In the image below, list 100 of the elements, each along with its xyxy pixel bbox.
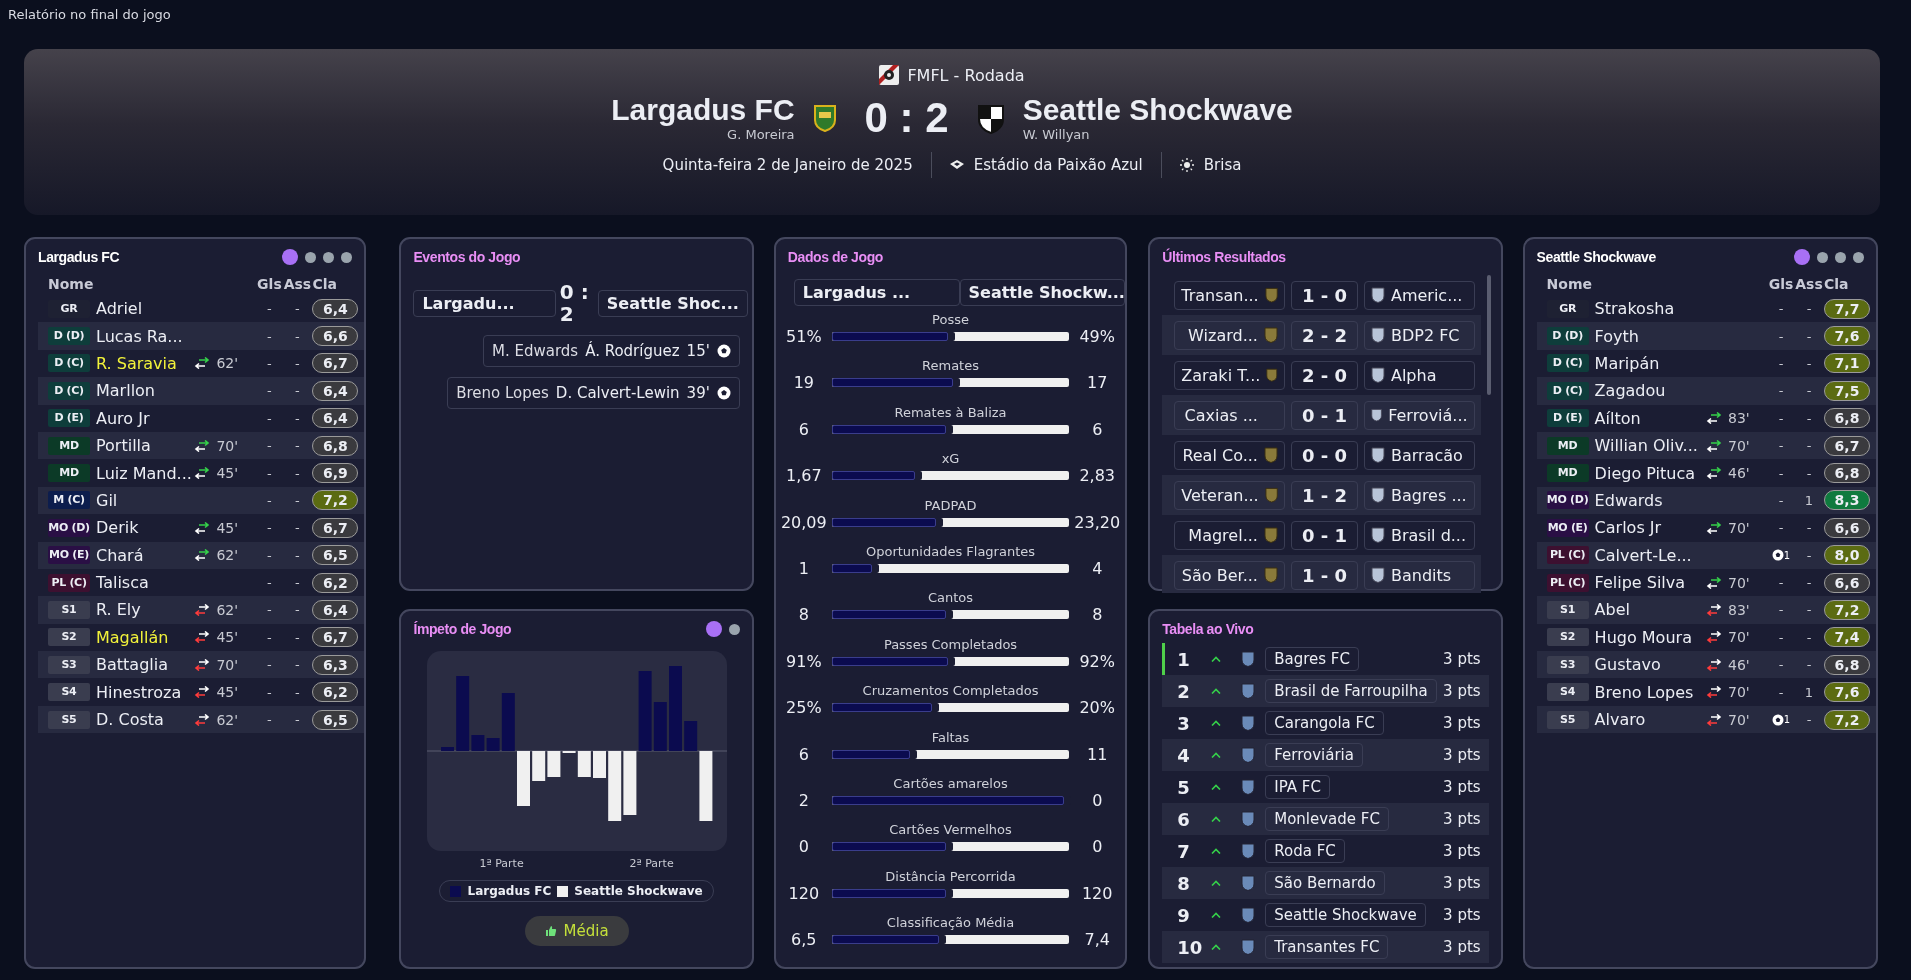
player-name[interactable]: Luiz Mand... (90, 463, 195, 483)
away-team-box[interactable]: Bandits (1363, 560, 1475, 590)
player-name[interactable]: Felipe Silva (1588, 573, 1706, 593)
page-dot[interactable] (341, 251, 353, 263)
panel-title: Seattle Shockwave (1536, 249, 1656, 265)
player-name[interactable]: Carlos Jr (1588, 518, 1706, 538)
table-row[interactable]: 8 São Bernardo 3 pts (1162, 867, 1489, 899)
player-name[interactable]: Marllon (90, 381, 195, 401)
player-name[interactable]: Strakosha (1588, 299, 1706, 319)
player-name[interactable]: Foyth (1588, 326, 1706, 346)
home-team-box[interactable]: São Ber... (1174, 560, 1285, 590)
player-name[interactable]: Maripán (1588, 353, 1706, 373)
player-name[interactable]: Auro Jr (90, 408, 195, 428)
player-name[interactable]: Gil (90, 490, 195, 510)
points: 3 pts (1443, 746, 1482, 764)
home-team-box[interactable]: Caxias ... (1174, 400, 1285, 430)
page-dot[interactable] (305, 251, 317, 263)
table-row[interactable]: 7 Roda FC 3 pts (1162, 835, 1489, 867)
player-name[interactable]: Gustavo (1588, 655, 1706, 675)
stat-label: Remates (922, 358, 979, 374)
column-header: Nome (48, 276, 95, 292)
player-name[interactable]: Chará (90, 545, 195, 565)
substitution-minute: 70' (1728, 519, 1750, 536)
away-team-box[interactable]: Brasil d... (1363, 520, 1475, 550)
weather: Brisa (1203, 156, 1242, 174)
player-name[interactable]: R. Saravia (90, 353, 195, 373)
page-dot[interactable] (1817, 251, 1828, 263)
player-name[interactable]: Edwards (1588, 490, 1706, 510)
player-name[interactable]: Magallán (90, 627, 195, 647)
rating-button[interactable]: Média (524, 916, 629, 946)
goals-value: - (267, 328, 272, 344)
team-name: Seattle Shoc... (606, 293, 739, 313)
competition-name: FMFL - Rodada (907, 65, 1025, 85)
player-name[interactable]: Derik (90, 518, 195, 538)
page-dot[interactable] (323, 251, 335, 263)
team-name: São Ber... (1181, 565, 1258, 585)
stat-label: Posse (932, 312, 969, 327)
home-team-box[interactable]: Zaraki T... (1174, 360, 1285, 390)
player-name[interactable]: Aílton (1588, 408, 1706, 428)
player-name[interactable]: Calvert-Le... (1588, 545, 1706, 565)
player-name[interactable]: Breno Lopes (1588, 682, 1706, 702)
page-dot[interactable] (1853, 251, 1864, 263)
player-name[interactable]: Talisca (90, 573, 195, 593)
home-team-box[interactable]: Transan... (1174, 280, 1285, 310)
player-name[interactable]: Adriel (90, 299, 195, 319)
player-name[interactable]: D. Costa (90, 710, 195, 730)
goals-value: - (1778, 301, 1784, 317)
table-row[interactable]: 3 Carangola FC 3 pts (1162, 707, 1489, 739)
away-team-box[interactable]: Barracão (1363, 440, 1475, 470)
position-badge: S3 (1546, 655, 1589, 674)
player-name[interactable]: Zagadou (1588, 381, 1706, 401)
away-team-box[interactable]: Bagres ... (1363, 480, 1475, 510)
player-name[interactable]: Willian Oliv... (1588, 436, 1706, 456)
substitution-minute: 62' (216, 355, 239, 372)
player-name[interactable]: Alvaro (1588, 710, 1706, 730)
away-team-box[interactable]: Alpha (1363, 360, 1475, 390)
stat-label: Cantos (927, 590, 974, 606)
page-dot[interactable] (705, 621, 722, 637)
player-name[interactable]: Battaglia (90, 655, 195, 675)
player-name[interactable]: Hinestroza (90, 682, 195, 702)
table-row[interactable]: 5 IPA FC 3 pts (1162, 771, 1489, 803)
position-badge: S1 (1546, 601, 1589, 619)
home-team-box[interactable]: Real Co... (1174, 440, 1285, 470)
player-name[interactable]: Hugo Moura (1588, 627, 1706, 647)
away-team-box[interactable]: BDP2 FC (1363, 320, 1475, 350)
table-row[interactable]: 10 Transantes FC 3 pts (1162, 931, 1489, 963)
home-team-box[interactable]: Veteran... (1174, 480, 1285, 510)
away-team-box[interactable]: Americ... (1363, 280, 1475, 310)
goals-value: - (1778, 575, 1784, 591)
page-dot[interactable] (728, 623, 740, 635)
table-row[interactable]: 9 Seattle Shockwave 3 pts (1162, 899, 1489, 931)
shield-icon (812, 103, 837, 132)
home-team-box[interactable]: Wizard... (1174, 320, 1285, 350)
home-value: 6,5 (790, 930, 818, 950)
page-dot[interactable] (282, 249, 299, 265)
player-name[interactable]: Diego Pituca (1588, 463, 1706, 483)
rating-pill: 7,6 (1824, 682, 1870, 703)
rating-pill: 7,7 (1824, 298, 1870, 319)
goal-minute: 39' (686, 384, 710, 402)
half-label: 2ª Parte (629, 857, 674, 870)
goals-value: - (267, 383, 272, 399)
away-team-box[interactable]: Ferroviá... (1363, 400, 1475, 430)
goals-value: - (1778, 629, 1784, 645)
player-name[interactable]: Abel (1588, 600, 1706, 620)
team-name: Transantes FC (1265, 935, 1389, 959)
table-row[interactable]: 2 Brasil de Farroupilha 3 pts (1162, 675, 1489, 707)
goal-minute: 15' (686, 342, 710, 360)
page-dot[interactable] (1835, 251, 1846, 263)
legend-label: Seattle Shockwave (574, 884, 703, 898)
result-score: 1 - 0 (1290, 280, 1358, 310)
rating-pill: 7,5 (1824, 380, 1870, 401)
assists-value: - (294, 547, 301, 563)
page-dot[interactable] (1794, 249, 1810, 265)
table-row[interactable]: 6 Monlevade FC 3 pts (1162, 803, 1489, 835)
player-name[interactable]: Portilla (90, 436, 195, 456)
rating-pill: 6,8 (312, 435, 359, 456)
player-name[interactable]: R. Ely (90, 600, 195, 620)
table-row[interactable]: 4 Ferroviária 3 pts (1162, 739, 1489, 771)
player-name[interactable]: Lucas Ra... (90, 326, 195, 346)
home-team-box[interactable]: Magrel... (1174, 520, 1285, 550)
